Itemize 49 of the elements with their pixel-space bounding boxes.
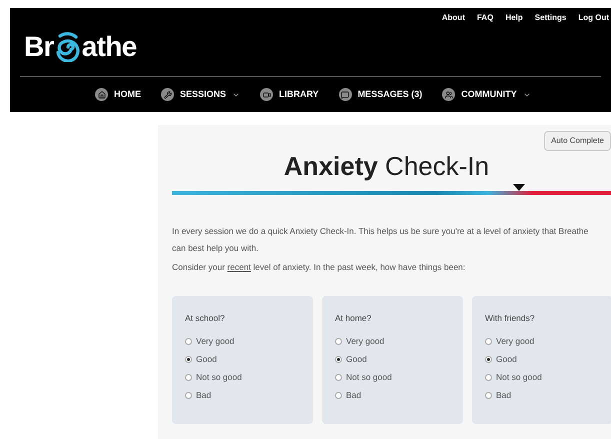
nav-item[interactable]: SESSIONS [161,88,240,102]
radio-option[interactable]: Bad [185,386,300,404]
top-link[interactable]: FAQ [476,12,494,24]
question-label: With friends? [485,312,536,324]
nav-item[interactable]: MESSAGES (3) [338,88,422,102]
radio-button[interactable] [185,392,192,399]
nav-icon [95,88,108,101]
logo-text[interactable]: Br [24,26,54,68]
page-title: Anxiety Check-In [284,153,490,179]
top-link[interactable]: About [442,12,465,24]
swirl-icon [54,32,82,62]
auto-complete-button[interactable]: Auto Complete [544,131,611,151]
radio-option[interactable]: Very good [485,332,600,350]
radio-button[interactable] [485,356,492,363]
radio-button[interactable] [185,338,192,345]
nav-icon [338,88,352,101]
intro-text: In every session we do a quick Anxiety Check-In. This helps us be sure you're at a level of anxiety that Breathe can best help you with. [172,225,590,255]
top-link[interactable]: Help [505,12,523,24]
nav-item[interactable]: LIBRARY [260,88,319,102]
radio-button[interactable] [185,374,192,381]
radio-option[interactable]: Good [335,350,450,368]
logo-text[interactable]: athe [82,26,136,68]
radio-option[interactable]: Bad [335,386,450,404]
radio-button[interactable] [485,392,492,399]
radio-button[interactable] [185,356,192,363]
nav-item[interactable]: COMMUNITY [442,88,531,102]
radio-option[interactable]: Good [485,350,600,368]
radio-button[interactable] [335,356,342,363]
radio-option[interactable]: Very good [335,332,450,350]
radio-button[interactable] [485,338,492,345]
radio-button[interactable] [485,374,492,381]
radio-button[interactable] [335,338,342,345]
radio-option[interactable]: Bad [485,386,600,404]
top-link[interactable]: Settings [534,12,566,24]
top-link[interactable]: Log Out [578,12,609,24]
radio-button[interactable] [335,392,342,399]
nav-icon [442,88,456,101]
radio-option[interactable]: Not so good [485,368,600,386]
nav-item[interactable]: HOME [95,88,141,102]
radio-option[interactable]: Good [185,350,300,368]
nav-icon [161,88,174,101]
radio-option[interactable]: Very good [185,332,300,350]
nav-icon [260,88,274,101]
prompt-text: Consider your recent level of anxiety. In the past week, how have things been: [172,261,466,274]
question-label: At school? [185,312,226,324]
radio-option[interactable]: Not so good [185,368,300,386]
radio-button[interactable] [335,374,342,381]
radio-option[interactable]: Not so good [335,368,450,386]
question-label: At home? [335,312,372,324]
